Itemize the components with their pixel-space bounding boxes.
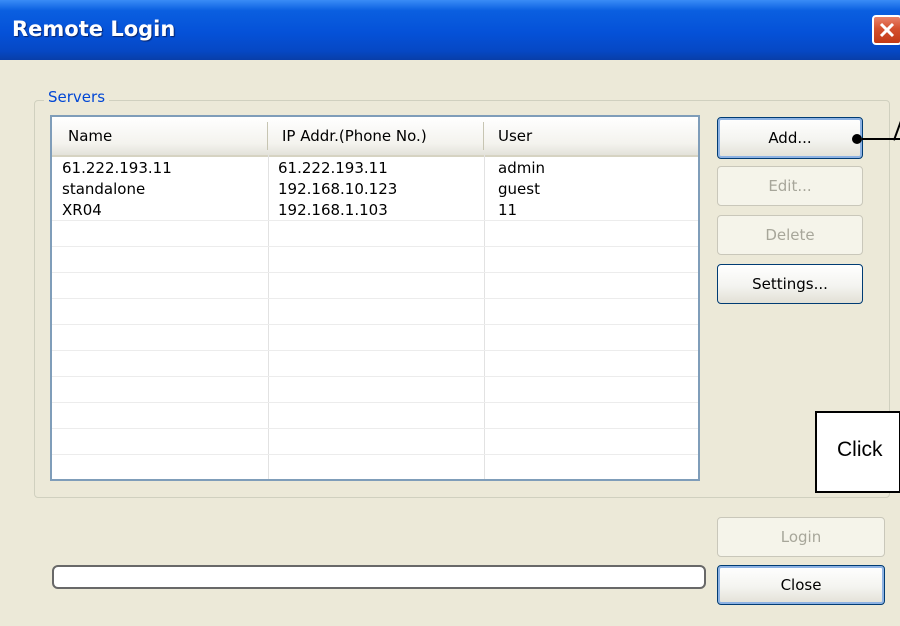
cell-user: guest — [498, 180, 540, 198]
grid-line — [52, 324, 698, 325]
remote-login-dialog: Remote Login Servers Name IP Addr.(Phone… — [0, 0, 900, 626]
servers-list-header: Name IP Addr.(Phone No.) User — [52, 117, 698, 157]
window-close-button[interactable] — [872, 15, 900, 45]
add-button-label: Add... — [768, 129, 812, 147]
column-header-name[interactable]: Name — [68, 117, 112, 155]
cell-name: XR04 — [62, 201, 102, 219]
settings-button-label: Settings... — [752, 275, 828, 293]
table-row[interactable]: 61.222.193.11 61.222.193.11 admin — [52, 158, 698, 179]
grid-line — [52, 298, 698, 299]
column-header-ip[interactable]: IP Addr.(Phone No.) — [282, 117, 427, 155]
servers-list[interactable]: Name IP Addr.(Phone No.) User 61.222.193… — [50, 115, 700, 481]
close-button[interactable]: Close — [717, 565, 885, 605]
close-button-label: Close — [780, 576, 822, 594]
servers-group-label: Servers — [44, 88, 110, 106]
table-row[interactable]: XR04 192.168.1.103 11 — [52, 200, 698, 221]
annotation-callout: Click — [815, 411, 900, 493]
grid-line — [52, 428, 698, 429]
header-separator — [267, 122, 268, 150]
header-separator — [483, 122, 484, 150]
add-button[interactable]: Add... — [717, 117, 863, 159]
login-progress-bar — [52, 565, 706, 589]
cell-name: standalone — [62, 180, 146, 198]
table-row[interactable]: standalone 192.168.10.123 guest — [52, 179, 698, 200]
callout-text: Click — [837, 438, 883, 461]
edit-button[interactable]: Edit... — [717, 166, 863, 206]
close-x-icon — [879, 22, 895, 38]
cell-user: admin — [498, 159, 545, 177]
settings-button[interactable]: Settings... — [717, 264, 863, 304]
grid-line — [52, 402, 698, 403]
cell-user: 11 — [498, 201, 518, 219]
annotation-pointer-dot — [852, 134, 862, 144]
grid-line — [52, 350, 698, 351]
login-button-label: Login — [780, 528, 822, 546]
grid-line — [52, 454, 698, 455]
edit-button-label: Edit... — [768, 177, 812, 195]
cell-ip: 192.168.1.103 — [278, 201, 388, 219]
title-bar: Remote Login — [0, 0, 900, 60]
delete-button[interactable]: Delete — [717, 215, 863, 255]
delete-button-label: Delete — [765, 226, 815, 244]
cell-ip: 192.168.10.123 — [278, 180, 398, 198]
column-header-user[interactable]: User — [498, 117, 532, 155]
cell-name: 61.222.193.11 — [62, 159, 172, 177]
grid-line — [52, 246, 698, 247]
grid-line — [52, 376, 698, 377]
grid-line — [52, 272, 698, 273]
login-button[interactable]: Login — [717, 517, 885, 557]
cell-ip: 61.222.193.11 — [278, 159, 388, 177]
window-title: Remote Login — [12, 17, 176, 41]
